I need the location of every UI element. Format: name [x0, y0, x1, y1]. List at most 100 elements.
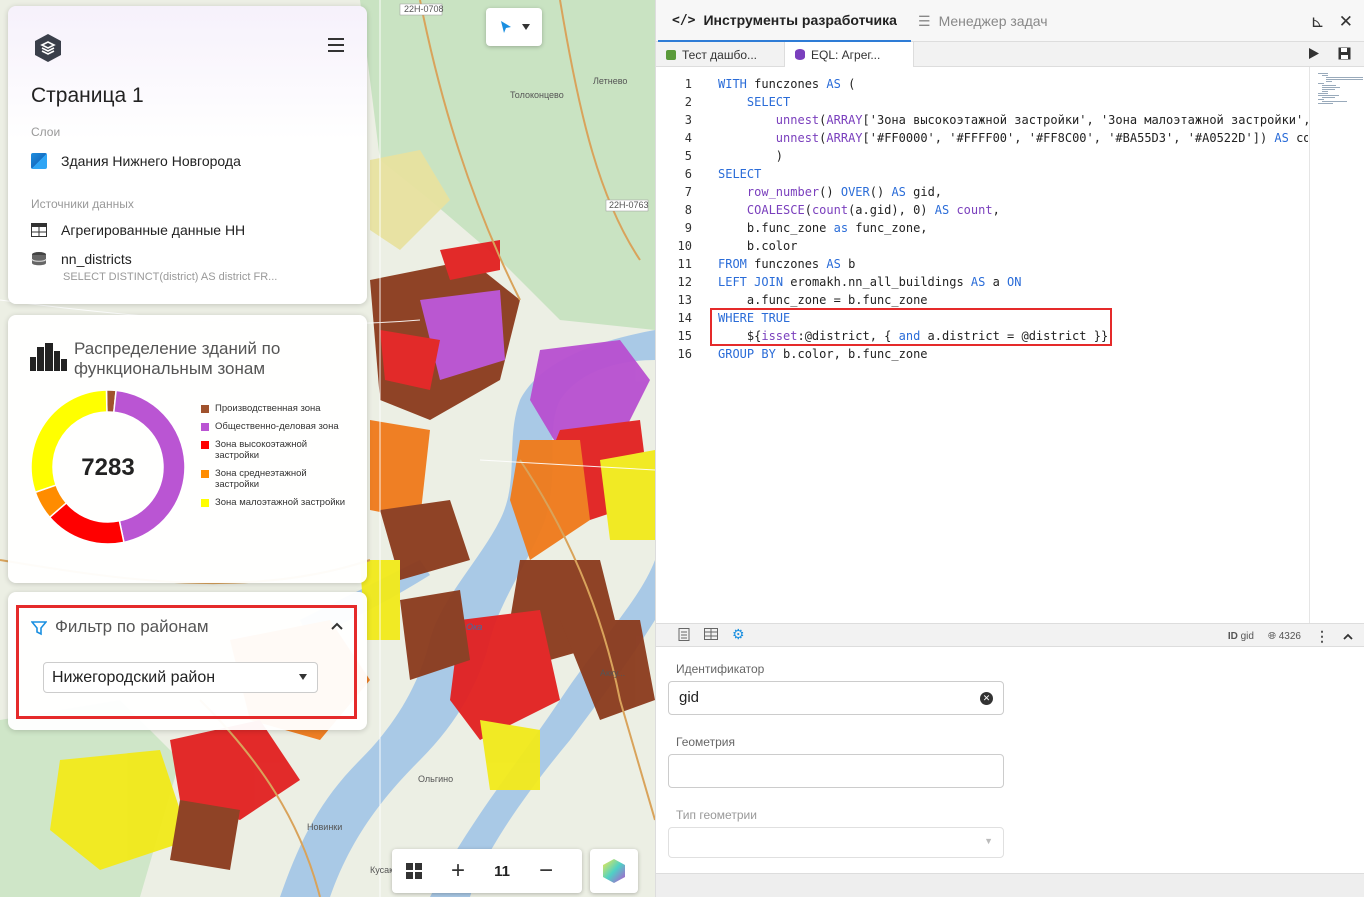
map-label-tolokontsevo: Толоконцево	[510, 90, 564, 100]
page-panel: Страница 1 Слои Здания Нижнего Новгорода…	[8, 6, 367, 304]
layer-swatch-icon	[31, 153, 47, 169]
source-name: Агрегированные данные НН	[61, 222, 246, 238]
doc-tab-label: Тест дашбо...	[682, 47, 758, 62]
globe-icon: 🌐︎	[1267, 631, 1276, 642]
srid-value: 4326	[1278, 631, 1301, 642]
line-number: 3	[684, 113, 692, 127]
code-line: )	[718, 149, 784, 163]
caret-down-icon: ▼	[984, 836, 993, 846]
line-number: 9	[684, 221, 692, 235]
minimap-line	[1318, 99, 1324, 100]
tab-devtools-label: Инструменты разработчика	[703, 12, 897, 28]
map-canvas[interactable]: 22Н-0708 Летнево Толоконцево 22Н-0763 Ок…	[0, 0, 655, 897]
legend-item[interactable]: Зона среднеэтажной застройки	[201, 468, 351, 490]
zoom-out-button[interactable]: −	[524, 849, 568, 893]
line-number: 14	[677, 311, 692, 325]
layers-grid-button[interactable]	[392, 849, 436, 893]
legend-swatch	[201, 405, 209, 413]
code-line: a.func_zone = b.func_zone	[718, 293, 928, 307]
district-select[interactable]: Нижегородский район	[43, 662, 318, 693]
sources-label: Источники данных	[31, 197, 134, 211]
code-line: COALESCE(count(a.gid), 0) AS count,	[746, 203, 1000, 217]
clear-icon[interactable]: ✕	[980, 692, 993, 705]
line-number: 11	[677, 257, 692, 271]
legend-item[interactable]: Производственная зона	[201, 403, 351, 414]
table-icon[interactable]	[704, 628, 718, 640]
line-number: 5	[684, 149, 692, 163]
line-number: 12	[677, 275, 692, 289]
identifier-input[interactable]: gid ✕	[668, 681, 1004, 715]
devtools-panel: </> Инструменты разработчика ☰ Менеджер …	[655, 0, 1364, 897]
id-label: ID	[1227, 631, 1238, 642]
pointer-icon[interactable]	[498, 19, 514, 35]
plus-icon: +	[450, 857, 465, 884]
geometry-type-label: Тип геометрии	[676, 808, 757, 822]
devtools-header: </> Инструменты разработчика ☰ Менеджер …	[656, 0, 1364, 42]
document-tabs: Тест дашбо... EQL: Агрег...	[656, 42, 1364, 67]
minimap-line	[1322, 91, 1328, 92]
source-item-districts[interactable]: nn_districts	[31, 251, 132, 267]
properties-form: Идентификатор gid ✕ Геометрия Тип геомет…	[656, 648, 1364, 873]
document-icon[interactable]	[678, 628, 690, 641]
minimap-line	[1318, 95, 1339, 96]
chart-title: Распределение зданий по функциональным з…	[74, 339, 281, 378]
legend-label: Производственная зона	[215, 403, 321, 414]
gear-icon[interactable]: ⚙	[732, 627, 745, 641]
close-icon[interactable]: ✕	[1339, 12, 1353, 32]
code-line: unnest(ARRAY['#FF0000', '#FFFF00', '#FF8…	[775, 131, 1308, 145]
donut-slice-2[interactable]	[48, 501, 125, 545]
page-title: Страница 1	[31, 84, 144, 107]
geometry-input[interactable]	[668, 754, 1004, 788]
doc-tab-eql[interactable]: EQL: Агрег...	[784, 42, 914, 67]
code-line: SELECT	[746, 95, 791, 109]
code-editor[interactable]: 1 2 3 4 5 6 7 8 9 10 11 12 13 14 15 16 WITH funczones A…	[656, 67, 1364, 623]
zoom-in-button[interactable]: +	[436, 849, 480, 893]
menu-icon[interactable]	[328, 38, 344, 52]
map-label-road-1: 22Н-0708	[404, 4, 444, 14]
map-label-olgino: Ольгино	[418, 774, 453, 784]
chevron-down-icon[interactable]	[522, 24, 530, 30]
map-label-akku: Акку...	[600, 668, 625, 678]
legend-item[interactable]: Общественно-деловая зона	[201, 421, 351, 432]
run-icon[interactable]	[1308, 47, 1320, 60]
line-number: 2	[684, 95, 692, 109]
legend-swatch	[201, 470, 209, 478]
legend-item[interactable]: Зона высокоэтажной застройки	[201, 439, 351, 461]
layer-item[interactable]: Здания Нижнего Новгорода	[31, 153, 241, 169]
basemap-switch-button[interactable]	[590, 849, 638, 893]
map-label-letnevo: Летнево	[593, 76, 627, 86]
more-vert-icon[interactable]: ⋮	[1315, 628, 1329, 645]
save-icon[interactable]	[1338, 47, 1351, 60]
code-line: SELECT	[718, 167, 762, 181]
minimap-line	[1322, 87, 1340, 88]
code-line: b.color	[718, 239, 798, 253]
chevron-up-icon[interactable]	[1343, 633, 1353, 640]
legend-item[interactable]: Зона малоэтажной застройки	[201, 497, 351, 508]
tab-task-manager[interactable]: ☰ Менеджер задач	[904, 0, 1062, 42]
code-line: WITH funczones AS (	[718, 77, 856, 91]
minus-icon: −	[538, 857, 553, 884]
source-query-preview: SELECT DISTINCT(district) AS district FR…	[63, 271, 278, 283]
id-value: gid	[1240, 631, 1254, 642]
legend-label: Зона среднеэтажной застройки	[215, 468, 307, 490]
tab-devtools[interactable]: </> Инструменты разработчика	[658, 0, 911, 42]
chart-panel: Распределение зданий по функциональным з…	[8, 315, 367, 583]
legend-swatch	[201, 423, 209, 431]
code-minimap[interactable]	[1309, 67, 1364, 623]
dock-icon[interactable]: ⊾	[1311, 12, 1325, 32]
line-number: 13	[677, 293, 692, 307]
layers-label: Слои	[31, 125, 61, 139]
line-number: 10	[677, 239, 692, 253]
legend-swatch	[201, 499, 209, 507]
legend-swatch	[201, 441, 209, 449]
map-label-oka: Ока	[466, 622, 482, 632]
line-number: 16	[677, 347, 692, 361]
table-icon	[31, 223, 47, 237]
map-tool-selector[interactable]	[486, 8, 542, 46]
source-item-aggregated[interactable]: Агрегированные данные НН	[31, 222, 245, 238]
chevron-up-icon[interactable]	[331, 622, 343, 630]
map-label-road-2: 22Н-0763	[609, 200, 649, 210]
list-icon: ☰	[918, 12, 931, 29]
doc-tab-dashboard[interactable]: Тест дашбо...	[656, 42, 767, 67]
code-line: GROUP BY b.color, b.func_zone	[718, 347, 928, 361]
